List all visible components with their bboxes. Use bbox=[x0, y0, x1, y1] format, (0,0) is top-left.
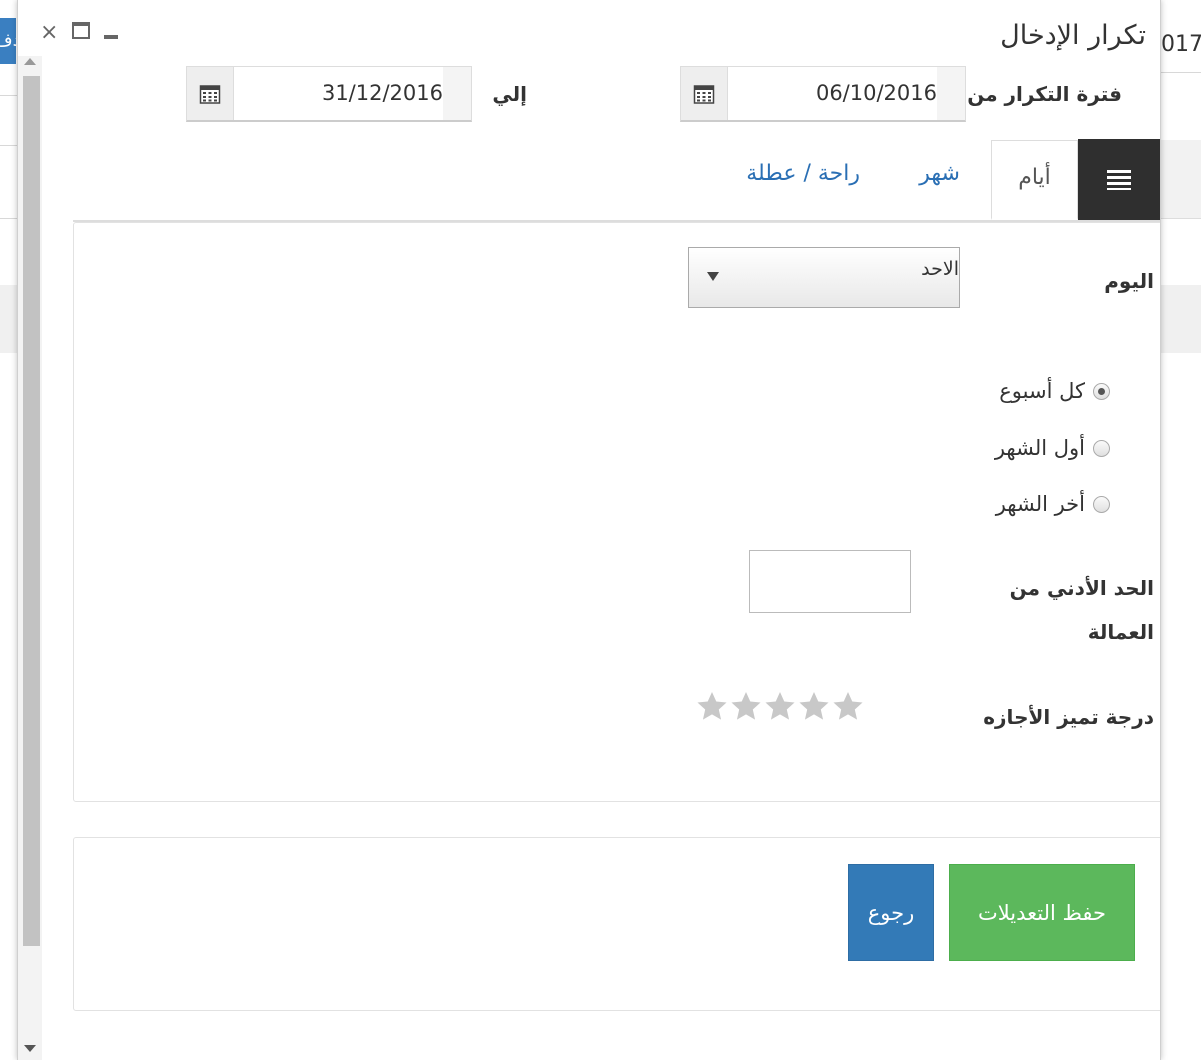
star-icon[interactable] bbox=[730, 690, 762, 722]
tab-rest-holiday[interactable]: راحة / عطلة bbox=[746, 161, 860, 186]
background-divider bbox=[1159, 72, 1201, 73]
scroll-up-arrow-icon[interactable] bbox=[24, 58, 36, 65]
radio-button[interactable] bbox=[1093, 495, 1110, 513]
rating-label: درجة تميز الأجازه bbox=[983, 705, 1154, 729]
dialog-title: تكرار الإدخال bbox=[1000, 20, 1146, 51]
days-form-panel: اليوم الاحد كل أسبوع أول الشهر أخر الشهر… bbox=[73, 222, 1160, 802]
period-from-date-field[interactable]: 06/10/2016 bbox=[680, 66, 966, 122]
period-from-label: فترة التكرار من bbox=[967, 82, 1122, 106]
tab-days[interactable]: أيام bbox=[991, 140, 1078, 220]
day-select[interactable]: الاحد bbox=[688, 247, 960, 308]
period-from-date-value[interactable]: 06/10/2016 bbox=[727, 67, 937, 120]
period-to-date-value[interactable]: 31/12/2016 bbox=[233, 67, 443, 120]
vertical-scrollbar[interactable] bbox=[18, 56, 42, 1060]
min-workers-label: الحد الأدني من bbox=[1009, 576, 1154, 600]
chevron-down-icon bbox=[707, 272, 719, 281]
radio-label: كل أسبوع bbox=[999, 379, 1085, 403]
radio-end-of-month[interactable]: أخر الشهر bbox=[996, 492, 1110, 516]
repeat-type-tabs: أيام شهر راحة / عطلة bbox=[73, 139, 1160, 222]
star-icon[interactable] bbox=[764, 690, 796, 722]
period-to-date-field[interactable]: 31/12/2016 bbox=[186, 66, 472, 122]
repeat-entry-dialog: تكرار الإدخال × فترة التكرار من 06/10/20… bbox=[17, 0, 1161, 1060]
background-app-button[interactable]: دف bbox=[0, 18, 16, 64]
calendar-icon[interactable] bbox=[681, 67, 728, 120]
maximize-icon[interactable] bbox=[72, 22, 90, 44]
tab-menu-button[interactable] bbox=[1078, 139, 1160, 220]
day-label: اليوم bbox=[1104, 269, 1154, 293]
background-divider bbox=[0, 145, 18, 146]
save-changes-button[interactable]: حفظ التعديلات bbox=[949, 864, 1135, 961]
star-icon[interactable] bbox=[832, 690, 864, 722]
radio-first-of-month[interactable]: أول الشهر bbox=[995, 436, 1110, 460]
background-year-text: 017 bbox=[1161, 32, 1201, 57]
star-icon[interactable] bbox=[798, 690, 830, 722]
radio-label: أول الشهر bbox=[994, 436, 1085, 460]
star-icon[interactable] bbox=[696, 690, 728, 722]
background-band bbox=[1159, 140, 1201, 219]
minimize-icon[interactable] bbox=[104, 22, 118, 44]
rating-stars[interactable] bbox=[696, 690, 864, 722]
min-workers-label-line2: العمالة bbox=[1087, 620, 1154, 644]
close-icon[interactable]: × bbox=[40, 22, 58, 44]
radio-label: أخر الشهر bbox=[995, 492, 1085, 516]
day-select-value: الاحد bbox=[921, 258, 959, 280]
period-to-label: إلي bbox=[492, 82, 527, 106]
scroll-down-arrow-icon[interactable] bbox=[24, 1045, 36, 1052]
background-divider bbox=[0, 218, 18, 219]
tab-month[interactable]: شهر bbox=[919, 161, 960, 186]
background-divider bbox=[0, 95, 18, 96]
back-button[interactable]: رجوع bbox=[848, 864, 934, 961]
actions-panel: حفظ التعديلات رجوع bbox=[73, 837, 1160, 1011]
date-field-padding bbox=[937, 67, 965, 120]
menu-icon bbox=[1107, 169, 1131, 190]
radio-button[interactable] bbox=[1093, 382, 1110, 400]
scrollbar-thumb[interactable] bbox=[23, 76, 40, 946]
calendar-icon[interactable] bbox=[187, 67, 234, 120]
radio-button[interactable] bbox=[1093, 439, 1110, 457]
background-band bbox=[0, 285, 18, 353]
date-field-padding bbox=[443, 67, 471, 120]
radio-every-week[interactable]: كل أسبوع bbox=[999, 379, 1110, 403]
min-workers-input[interactable] bbox=[749, 550, 911, 613]
background-band bbox=[1159, 285, 1201, 353]
dialog-titlebar[interactable]: تكرار الإدخال × bbox=[18, 0, 1160, 56]
